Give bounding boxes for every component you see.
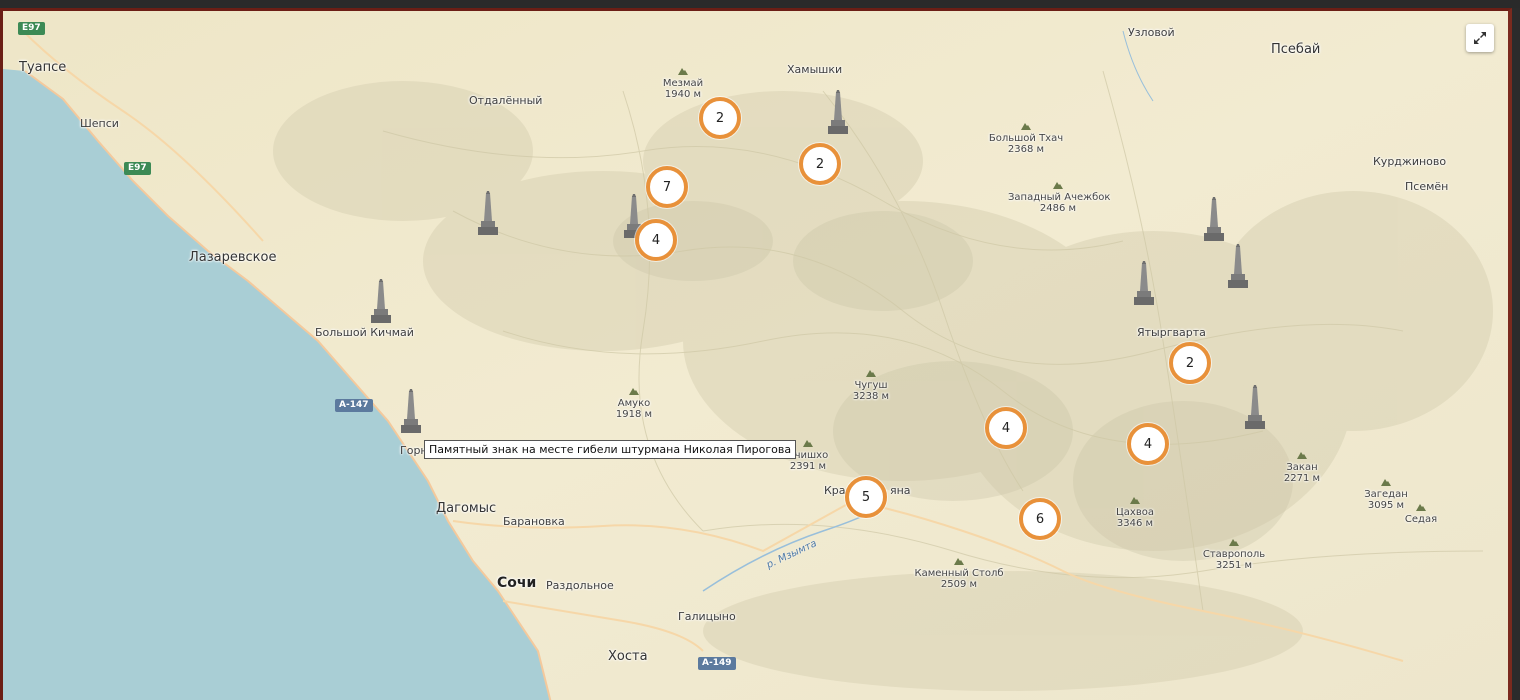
peak-zapadny-achezhbok[interactable]: Западный Ачежбок 2486 м	[1008, 181, 1111, 214]
peak-name: Загедан	[1364, 489, 1408, 500]
settlement-psebay[interactable]: Псебай	[1271, 42, 1320, 57]
peak-icon	[1297, 452, 1307, 459]
monument-marker-icon[interactable]	[370, 279, 392, 327]
peak-elevation: 3251 м	[1215, 560, 1253, 571]
peak-chugush[interactable]: Чугуш 3238 м	[846, 369, 896, 402]
cluster-marker[interactable]: 2	[1169, 342, 1211, 384]
peak-name: Западный Ачежбок	[1008, 192, 1111, 203]
settlement-yatyrgvarta[interactable]: Ятыргварта	[1137, 326, 1206, 339]
peak-sedaya[interactable]: Седая	[1403, 503, 1439, 525]
settlement-dagomys[interactable]: Дагомыс	[436, 501, 496, 516]
peak-elevation: 1940 м	[664, 89, 702, 100]
peak-elevation: 3346 м	[1116, 518, 1154, 529]
peak-name: Большой Тхач	[988, 133, 1064, 144]
peak-name: Седая	[1404, 514, 1438, 525]
road-badge-a149: А-149	[698, 657, 736, 670]
fullscreen-button[interactable]	[1466, 24, 1494, 52]
cluster-marker[interactable]: 6	[1019, 498, 1061, 540]
cluster-marker[interactable]: 7	[646, 166, 688, 208]
cluster-marker[interactable]: 4	[1127, 423, 1169, 465]
cluster-marker[interactable]: 4	[635, 219, 677, 261]
settlement-razdolnoe[interactable]: Раздольное	[546, 579, 614, 592]
peak-icon	[954, 558, 964, 565]
terrain-layer	[3, 11, 1508, 700]
peak-icon	[866, 370, 876, 377]
cluster-marker[interactable]: 5	[845, 476, 887, 518]
monument-marker-icon[interactable]	[1227, 244, 1249, 292]
peak-name: Цахвоа	[1116, 507, 1154, 518]
peak-icon	[1130, 497, 1140, 504]
peak-icon	[1416, 504, 1426, 511]
cluster-marker[interactable]: 2	[799, 143, 841, 185]
settlement-krasnaya-polyana-left[interactable]: Кра	[824, 484, 846, 497]
road-badge-e97-mid: E97	[124, 162, 151, 175]
peak-kamenny-stolb[interactable]: Каменный Столб 2509 м	[909, 557, 1009, 590]
peak-elevation: 1918 м	[615, 409, 653, 420]
peak-elevation: 2271 м	[1283, 473, 1321, 484]
settlement-baranovka[interactable]: Барановка	[503, 515, 565, 528]
settlement-tuapse[interactable]: Туапсе	[19, 60, 66, 75]
settlement-khamyshki[interactable]: Хамышки	[787, 63, 842, 76]
settlement-shepsi[interactable]: Шепси	[80, 117, 119, 130]
map-viewport[interactable]: E97 E97 А-147 А-149 р. Мзымта Туапсе Шеп…	[0, 8, 1512, 700]
peak-icon	[1021, 123, 1031, 130]
monument-marker-icon[interactable]	[827, 90, 849, 138]
marker-tooltip: Памятный знак на месте гибели штурмана Н…	[424, 440, 797, 459]
settlement-otdalenny[interactable]: Отдалённый	[469, 94, 542, 107]
settlement-psemen[interactable]: Псемён	[1405, 180, 1448, 193]
monument-marker-icon[interactable]	[1133, 261, 1155, 309]
top-strip	[0, 0, 1520, 8]
peak-icon	[1229, 539, 1239, 546]
peak-icon	[1381, 479, 1391, 486]
peak-mezmay[interactable]: Мезмай 1940 м	[653, 67, 713, 100]
settlement-khosta[interactable]: Хоста	[608, 649, 648, 664]
peak-icon	[803, 440, 813, 447]
settlement-krasnaya-polyana-right[interactable]: яна	[890, 484, 911, 497]
monument-marker-icon[interactable]	[477, 191, 499, 239]
peak-name: Каменный Столб	[914, 568, 1004, 579]
monument-marker-icon[interactable]	[1244, 385, 1266, 433]
cluster-marker[interactable]: 4	[985, 407, 1027, 449]
peak-bolshoy-tkhach[interactable]: Большой Тхач 2368 м	[986, 122, 1066, 155]
peak-tsakhvoa[interactable]: Цахвоа 3346 м	[1110, 496, 1160, 529]
peak-elevation: 2391 м	[789, 461, 827, 472]
settlement-lazarevskoe[interactable]: Лазаревское	[189, 250, 276, 265]
peak-icon	[678, 68, 688, 75]
peak-zakan[interactable]: Закан 2271 м	[1277, 451, 1327, 484]
peak-name: Закан	[1286, 462, 1318, 473]
road-badge-a147: А-147	[335, 399, 373, 412]
settlement-bolshoy-kichmay[interactable]: Большой Кичмай	[315, 326, 414, 339]
expand-icon	[1474, 32, 1486, 44]
peak-elevation: 2486 м	[1039, 203, 1077, 214]
monument-marker-icon[interactable]	[1203, 197, 1225, 245]
cluster-marker[interactable]: 2	[699, 97, 741, 139]
monument-marker-icon[interactable]	[400, 389, 422, 437]
peak-name: Мезмай	[662, 78, 704, 89]
peak-elevation: 3238 м	[852, 391, 890, 402]
peak-icon	[1053, 182, 1063, 189]
settlement-uzlovoy[interactable]: Узловой	[1128, 26, 1175, 39]
peak-name: Амуко	[617, 398, 651, 409]
peak-name: Ставрополь	[1202, 549, 1266, 560]
peak-amuko[interactable]: Амуко 1918 м	[609, 387, 659, 420]
peak-elevation: 2368 м	[1007, 144, 1045, 155]
settlement-sochi[interactable]: Сочи	[497, 575, 536, 591]
peak-stavropol[interactable]: Ставрополь 3251 м	[1199, 538, 1269, 571]
peak-name: Чугуш	[854, 380, 888, 391]
settlement-kurdzhinovo[interactable]: Курджиново	[1373, 155, 1446, 168]
settlement-galitsyno[interactable]: Галицыно	[678, 610, 736, 623]
peak-icon	[629, 388, 639, 395]
road-badge-e97-top: E97	[18, 22, 45, 35]
peak-elevation: 2509 м	[940, 579, 978, 590]
